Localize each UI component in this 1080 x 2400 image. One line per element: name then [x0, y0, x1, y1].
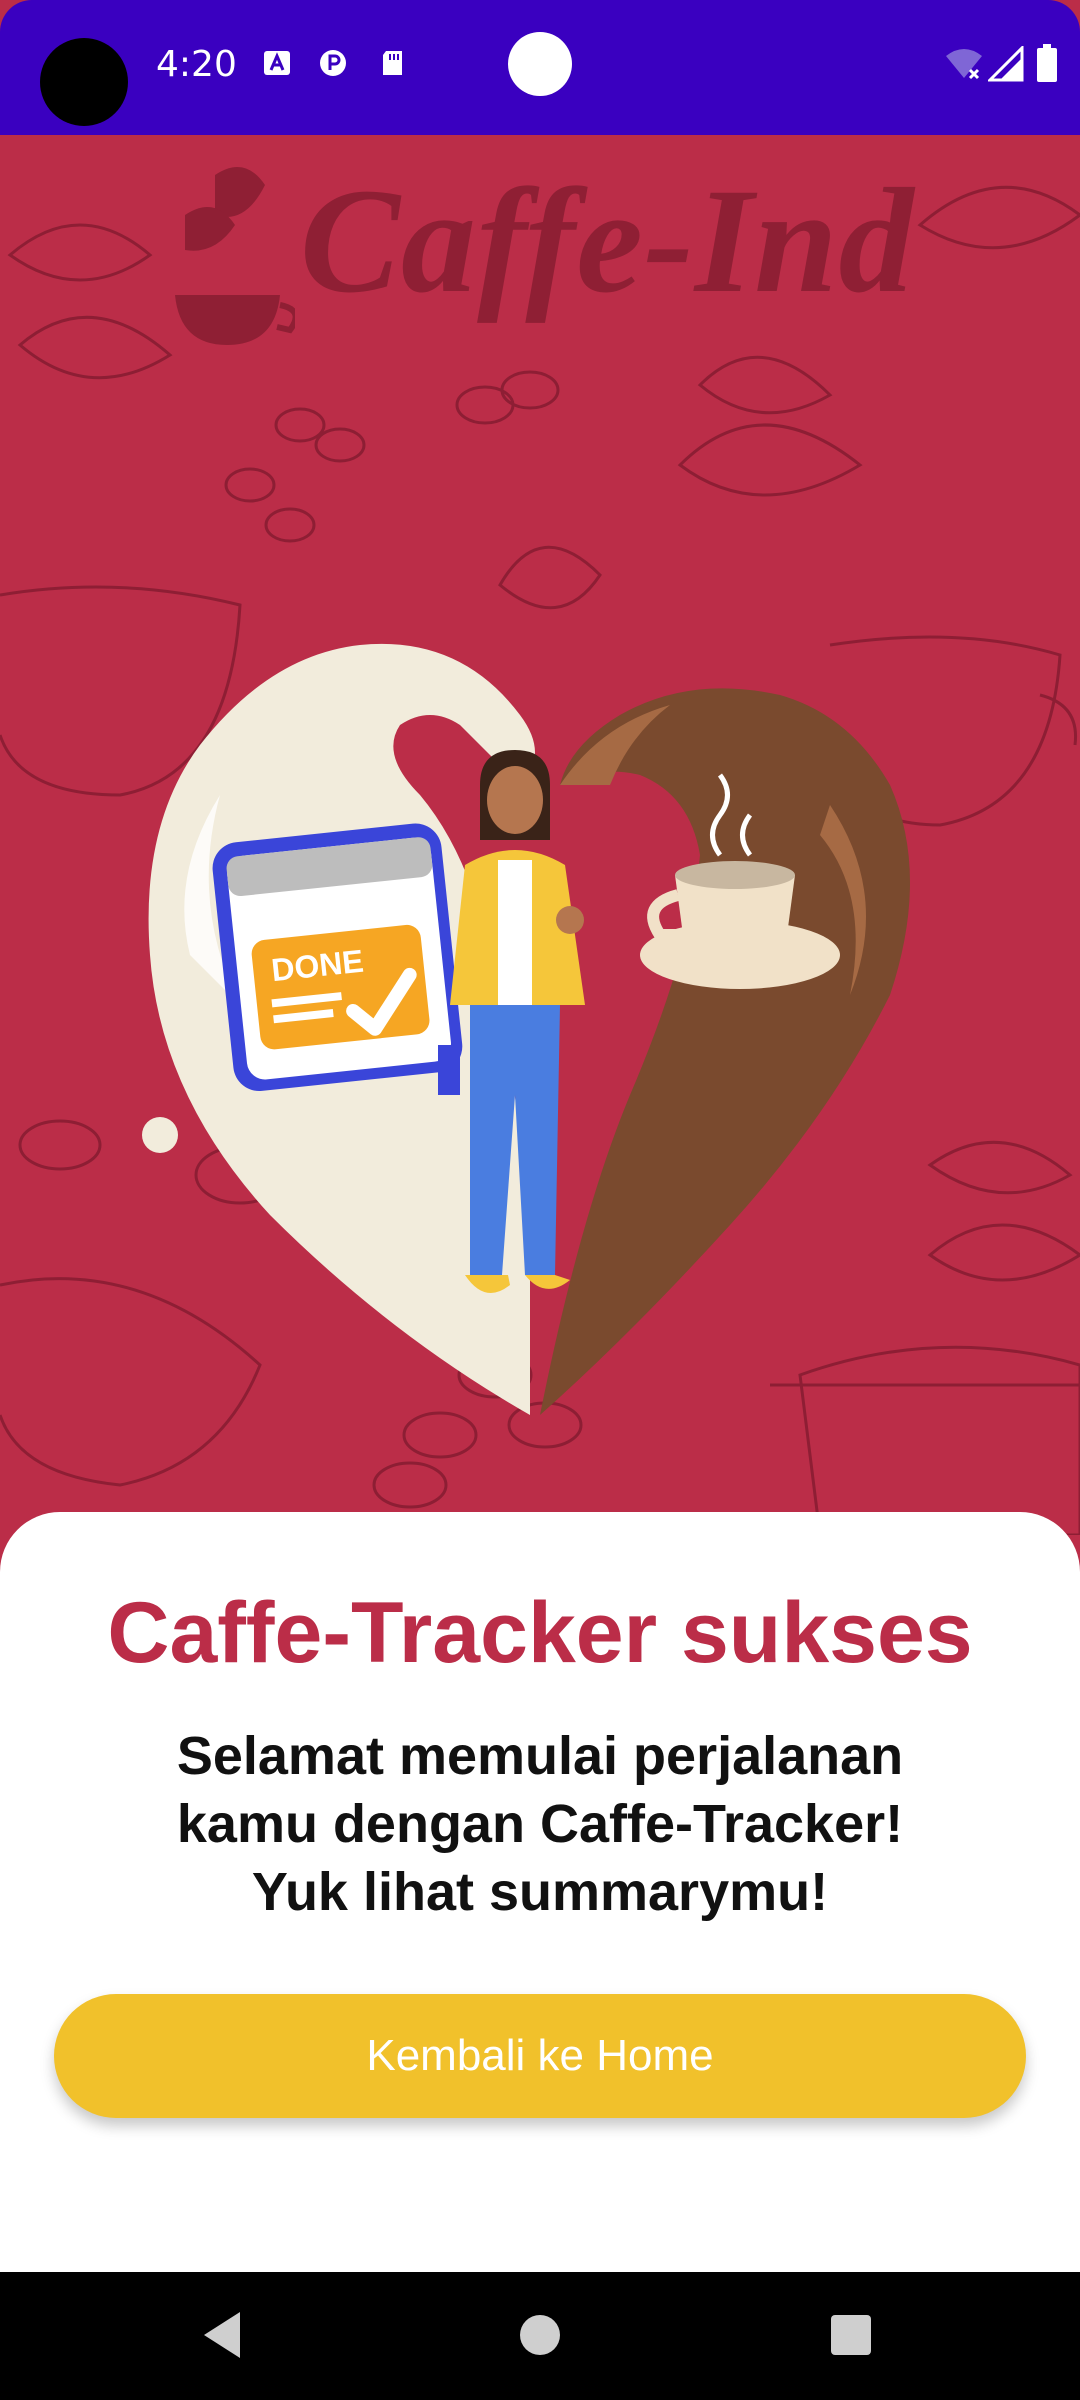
recents-icon[interactable] [818, 2302, 884, 2368]
sd-card-icon [383, 51, 402, 75]
heart-splash-illustration: DONE [142, 643, 910, 1415]
success-bottom-sheet: Caffe-Tracker sukses Selamat memulai per… [0, 1512, 1080, 2272]
success-title: Caffe-Tracker sukses [107, 1585, 973, 1681]
status-time: 4:20 [156, 44, 237, 85]
system-navigation-bar [0, 2272, 1080, 2400]
success-screen: 4:20 Caffe-Ind DONE Caffe-Tracker sukses… [0, 0, 1080, 2400]
status-bar: 4:20 [0, 0, 1080, 135]
brand-wordmark: Caffe-Ind [300, 158, 915, 324]
battery-icon [1037, 44, 1057, 82]
back-to-home-button[interactable]: Kembali ke Home [54, 1994, 1026, 2118]
cellular-signal-icon [988, 46, 1024, 82]
text-a-icon [264, 51, 290, 75]
home-icon[interactable] [507, 2302, 573, 2368]
coffee-cup-logo-icon [175, 167, 295, 345]
hero-illustration-area: Caffe-Ind DONE [0, 135, 1080, 1535]
success-message: Selamat memulai perjalanan kamu dengan C… [176, 1726, 904, 1922]
wifi-off-icon [946, 49, 982, 80]
camera-cutout [40, 38, 128, 126]
back-icon[interactable] [190, 2302, 256, 2368]
front-sensor-dot [508, 32, 572, 96]
p-circle-icon [320, 50, 346, 76]
